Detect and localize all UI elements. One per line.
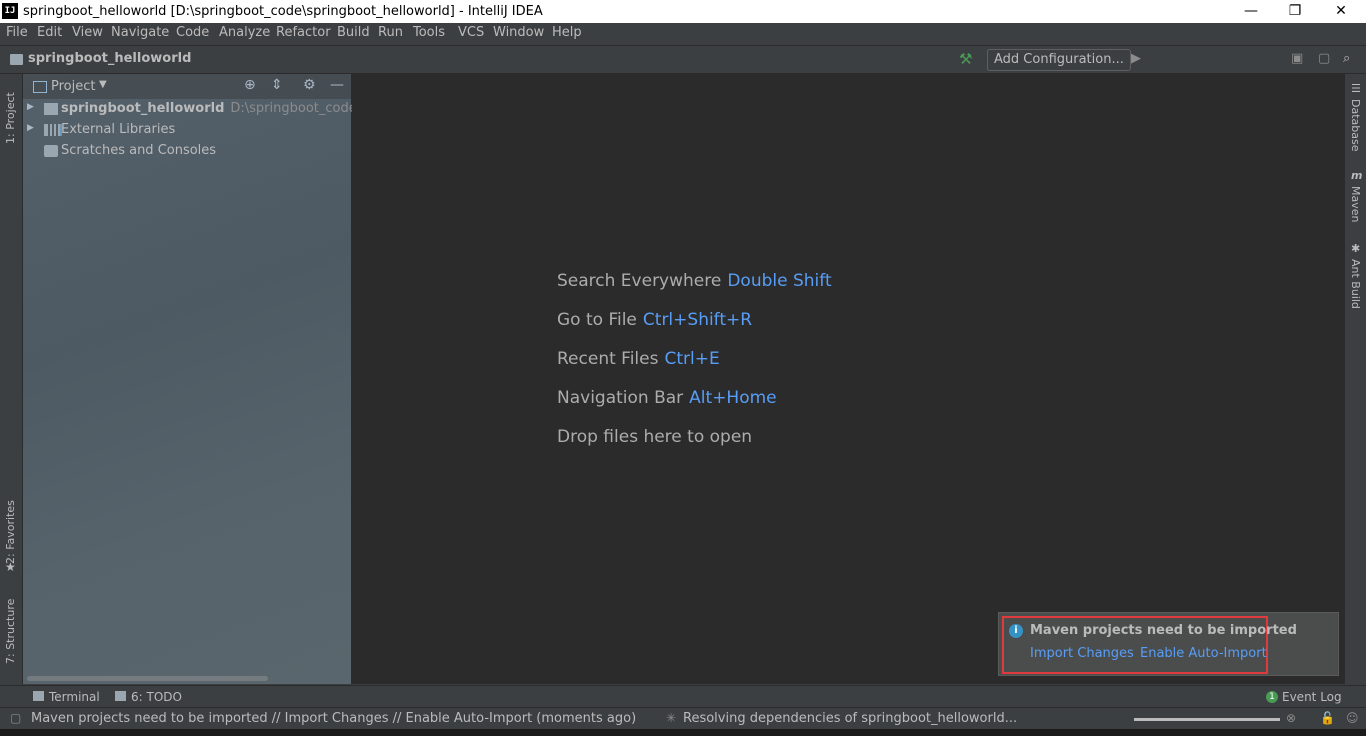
menu-tools[interactable]: Tools (413, 25, 445, 40)
inspector-icon[interactable]: ☺ (1346, 711, 1359, 725)
hide-panel-icon[interactable]: — (330, 77, 344, 93)
project-panel-header: Project ▼ ⊕ ⇕ ⚙ — (23, 74, 351, 99)
event-count-badge: 1 (1266, 691, 1278, 703)
taskbar-edge (0, 729, 1366, 736)
hint-shortcut: Double Shift (727, 271, 832, 291)
module-folder-icon (44, 103, 58, 115)
hint-text: Recent Files (557, 349, 659, 369)
project-view-label[interactable]: Project (51, 79, 95, 94)
tab-event-log[interactable]: Event Log (1282, 690, 1342, 704)
build-hammer-icon[interactable]: ⚒ (959, 50, 972, 68)
menu-edit[interactable]: Edit (37, 25, 62, 40)
tab-project[interactable]: 1: Project (4, 84, 17, 144)
hint-search-everywhere: Search Everywhere Double Shift (557, 271, 832, 291)
horizontal-scrollbar[interactable] (27, 676, 268, 681)
bottom-tool-bar: Terminal 6: TODO 1 Event Log (0, 685, 1366, 708)
menu-vcs[interactable]: VCS (458, 25, 484, 40)
gear-icon[interactable]: ⚙ (303, 77, 316, 93)
navigation-bar: springboot_helloworld ⚒ Add Configuratio… (0, 46, 1366, 74)
hint-shortcut: Ctrl+Shift+R (642, 310, 753, 330)
project-tool-window: Project ▼ ⊕ ⇕ ⚙ — ▶ springboot_helloworl… (23, 74, 385, 684)
tab-terminal[interactable]: Terminal (49, 690, 100, 704)
hint-recent-files: Recent Files Ctrl+E (557, 349, 720, 369)
cancel-task-icon[interactable]: ⊗ (1286, 711, 1296, 725)
menu-build[interactable]: Build (337, 25, 370, 40)
tab-maven[interactable]: Maven (1349, 186, 1362, 222)
info-icon: i (1009, 624, 1023, 638)
todo-icon (115, 691, 126, 701)
minimize-button[interactable]: — (1228, 0, 1274, 23)
menu-view[interactable]: View (72, 25, 103, 40)
task-progress-bar (1134, 718, 1280, 721)
hint-shortcut: Alt+Home (689, 388, 777, 408)
tree-item-label: springboot_helloworld (61, 101, 225, 116)
hint-shortcut: Ctrl+E (664, 349, 720, 369)
tree-item-label: Scratches and Consoles (61, 143, 217, 158)
maven-import-notification: i Maven projects need to be imported Imp… (998, 612, 1339, 676)
menu-navigate[interactable]: Navigate (111, 25, 169, 40)
breadcrumb-project[interactable]: springboot_helloworld (28, 51, 191, 66)
hint-text: Navigation Bar (557, 388, 684, 408)
toggle-tool-windows-icon[interactable]: ▢ (10, 711, 21, 725)
hint-go-to-file: Go to File Ctrl+Shift+R (557, 310, 752, 330)
intellij-app-icon: IJ (2, 3, 18, 19)
hint-drop-files: Drop files here to open (557, 427, 752, 447)
menu-analyze[interactable]: Analyze (219, 25, 270, 40)
background-task-label[interactable]: Resolving dependencies of springboot_hel… (683, 711, 1017, 726)
menu-refactor[interactable]: Refactor (276, 25, 331, 40)
chevron-down-icon[interactable]: ▼ (99, 79, 107, 90)
menu-bar: File Edit View Navigate Code Analyze Ref… (0, 23, 1366, 46)
menu-window[interactable]: Window (493, 25, 544, 40)
layout-icon[interactable]: ▢ (1318, 51, 1330, 66)
restore-button[interactable]: ❐ (1272, 0, 1318, 23)
spinner-icon: ✳ (666, 711, 677, 725)
hint-text: Go to File (557, 310, 637, 330)
maven-icon: m (1351, 169, 1363, 182)
right-tool-stripe: ☰ Database m Maven ✱ Ant Build (1344, 74, 1366, 684)
libraries-icon (44, 124, 62, 136)
locate-target-icon[interactable]: ⊕ (244, 77, 256, 93)
window-title: springboot_helloworld [D:\springboot_cod… (23, 4, 543, 19)
status-message[interactable]: Maven projects need to be imported // Im… (31, 711, 636, 726)
project-folder-icon (10, 54, 23, 65)
notification-title: Maven projects need to be imported (1030, 623, 1297, 638)
database-icon: ☰ (1351, 82, 1361, 95)
enable-auto-import-link[interactable]: Enable Auto-Import (1140, 646, 1267, 661)
lock-icon[interactable]: 🔓 (1320, 711, 1335, 725)
tab-favorites[interactable]: 2: Favorites (4, 494, 17, 564)
window-title-bar: IJ springboot_helloworld [D:\springboot_… (0, 0, 1366, 23)
hint-text: Search Everywhere (557, 271, 722, 291)
menu-help[interactable]: Help (552, 25, 582, 40)
tab-database[interactable]: Database (1349, 99, 1362, 152)
search-icon[interactable]: ⌕ (1343, 51, 1350, 66)
status-bar: ▢ Maven projects need to be imported // … (0, 707, 1366, 730)
terminal-icon (33, 691, 44, 701)
hint-navigation-bar: Navigation Bar Alt+Home (557, 388, 777, 408)
tab-todo[interactable]: 6: TODO (131, 690, 182, 704)
menu-file[interactable]: File (6, 25, 28, 40)
tree-item-label: External Libraries (61, 122, 176, 137)
tree-item-scratches[interactable]: Scratches and Consoles (23, 141, 351, 161)
collapse-all-icon[interactable]: ⇕ (271, 77, 283, 93)
tab-ant-build[interactable]: Ant Build (1349, 259, 1362, 309)
ant-icon: ✱ (1351, 242, 1361, 255)
expand-arrow-icon[interactable]: ▶ (27, 123, 34, 133)
star-icon: ★ (5, 560, 16, 574)
project-view-icon (33, 81, 47, 93)
menu-run[interactable]: Run (378, 25, 403, 40)
tab-structure[interactable]: 7: Structure (4, 594, 17, 664)
close-button[interactable]: ✕ (1318, 0, 1364, 23)
editor-empty-area[interactable]: Search Everywhere Double Shift Go to File… (352, 74, 1344, 684)
add-configuration-button[interactable]: Add Configuration... (987, 49, 1131, 71)
scratches-icon (44, 145, 58, 157)
hint-text: Drop files here to open (557, 427, 753, 447)
import-changes-link[interactable]: Import Changes (1030, 646, 1134, 661)
menu-code[interactable]: Code (176, 25, 209, 40)
tree-item-external-libraries[interactable]: ▶ External Libraries (23, 120, 351, 140)
project-structure-icon[interactable]: ▣ (1291, 51, 1303, 66)
expand-arrow-icon[interactable]: ▶ (27, 102, 34, 112)
left-tool-stripe: 1: Project 2: Favorites ★ 7: Structure (0, 74, 23, 684)
tree-item-module[interactable]: ▶ springboot_helloworld D:\springboot_cod… (23, 99, 385, 119)
run-icon[interactable]: ▶ (1131, 51, 1141, 66)
